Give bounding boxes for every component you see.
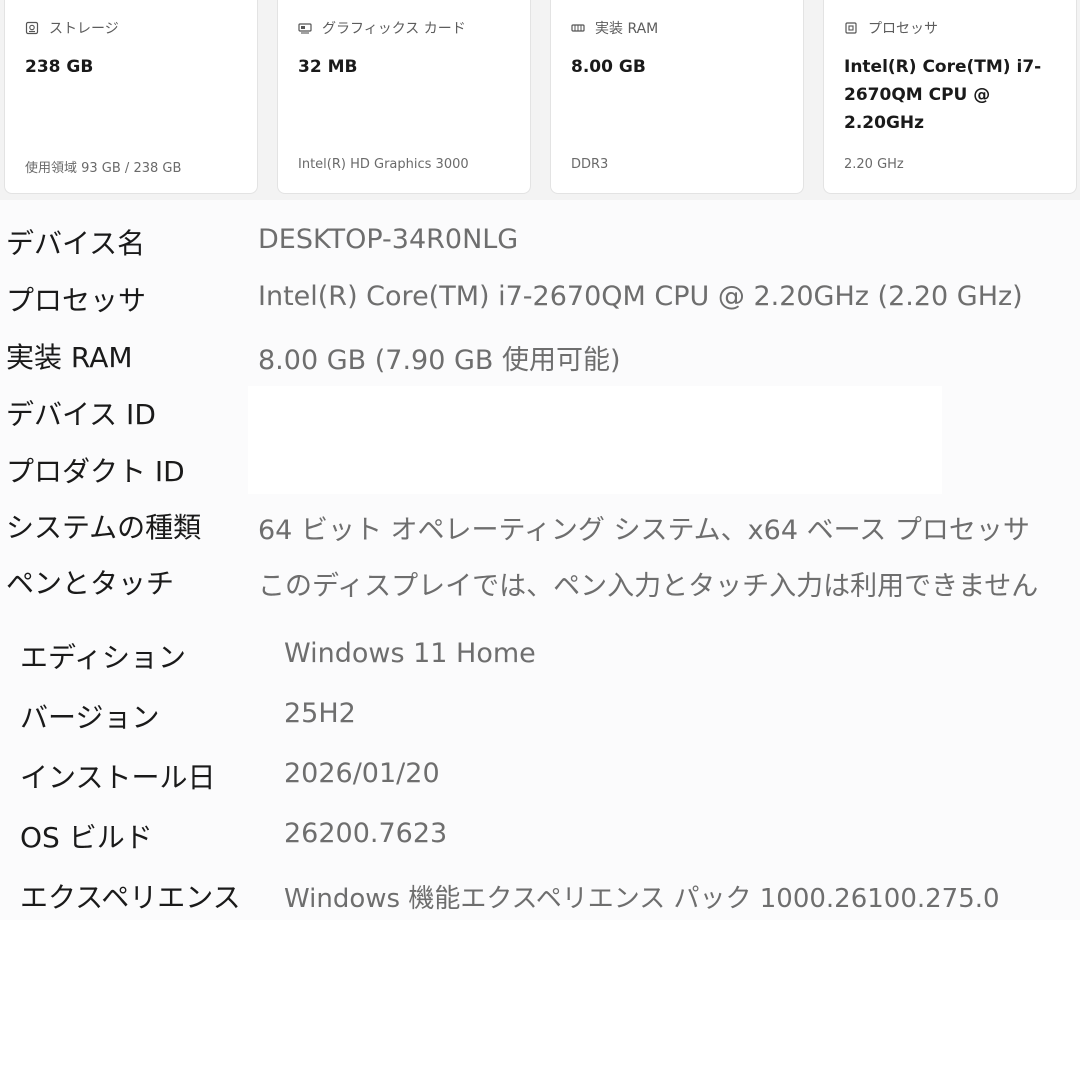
processor-card-title: プロセッサ bbox=[868, 21, 938, 37]
win-label-version: バージョン bbox=[20, 701, 160, 734]
spec-value-pen-touch: このディスプレイでは、ペン入力とタッチ入力は利用できません bbox=[258, 571, 1039, 602]
win-value-install-date: 2026/01/20 bbox=[284, 758, 440, 789]
ram-icon bbox=[571, 21, 585, 35]
ram-card[interactable]: 実装 RAM 8.00 GB DDR3 bbox=[550, 0, 804, 194]
win-value-edition: Windows 11 Home bbox=[284, 638, 536, 669]
win-value-os-build: 26200.7623 bbox=[284, 818, 448, 849]
summary-cards-area: ストレージ 238 GB 使用領域 93 GB / 238 GB グラフィックス… bbox=[0, 0, 1080, 200]
win-label-edition: エディション bbox=[20, 641, 187, 674]
spec-label-system-type: システムの種類 bbox=[6, 511, 202, 544]
storage-card-title: ストレージ bbox=[49, 21, 119, 37]
graphics-card-icon bbox=[298, 21, 312, 35]
storage-card-value: 238 GB bbox=[25, 57, 94, 77]
processor-card[interactable]: プロセッサ Intel(R) Core(TM) i7-2670QM CPU @ … bbox=[823, 0, 1077, 194]
graphics-card-value: 32 MB bbox=[298, 57, 358, 77]
processor-icon bbox=[844, 21, 858, 35]
ram-card-value: 8.00 GB bbox=[571, 57, 646, 77]
spec-label-ram: 実装 RAM bbox=[6, 341, 133, 374]
ram-card-sub: DDR3 bbox=[571, 157, 609, 172]
specs-panel: デバイス名 DESKTOP-34R0NLG プロセッサ Intel(R) Cor… bbox=[0, 200, 1080, 920]
storage-icon bbox=[25, 21, 39, 35]
spec-value-device-name: DESKTOP-34R0NLG bbox=[258, 224, 519, 255]
win-value-experience: Windows 機能エクスペリエンス パック 1000.26100.275.0 bbox=[284, 884, 1000, 914]
spec-label-pen-touch: ペンとタッチ bbox=[6, 567, 175, 600]
redacted-id-box bbox=[248, 386, 942, 494]
win-value-version: 25H2 bbox=[284, 698, 356, 729]
graphics-card-sub: Intel(R) HD Graphics 3000 bbox=[298, 157, 469, 172]
graphics-card-title: グラフィックス カード bbox=[322, 21, 466, 37]
spec-value-processor: Intel(R) Core(TM) i7-2670QM CPU @ 2.20GH… bbox=[258, 281, 1023, 312]
win-label-os-build: OS ビルド bbox=[20, 821, 153, 854]
storage-card-sub: 使用領域 93 GB / 238 GB bbox=[25, 161, 182, 176]
graphics-card-card[interactable]: グラフィックス カード 32 MB Intel(R) HD Graphics 3… bbox=[277, 0, 531, 194]
processor-card-value: Intel(R) Core(TM) i7-2670QM CPU @ 2.20GH… bbox=[844, 57, 1042, 133]
spec-label-processor: プロセッサ bbox=[6, 284, 147, 317]
spec-label-product-id: プロダクト ID bbox=[6, 455, 185, 488]
ram-card-title: 実装 RAM bbox=[595, 21, 659, 37]
spec-label-device-id: デバイス ID bbox=[6, 398, 156, 431]
spec-value-ram: 8.00 GB (7.90 GB 使用可能) bbox=[258, 345, 621, 376]
spec-value-system-type: 64 ビット オペレーティング システム、x64 ベース プロセッサ bbox=[258, 515, 1030, 546]
storage-card[interactable]: ストレージ 238 GB 使用領域 93 GB / 238 GB bbox=[4, 0, 258, 194]
win-label-experience: エクスペリエンス bbox=[20, 881, 241, 914]
processor-card-sub: 2.20 GHz bbox=[844, 157, 904, 172]
win-label-install-date: インストール日 bbox=[20, 761, 216, 794]
spec-label-device-name: デバイス名 bbox=[6, 227, 146, 260]
